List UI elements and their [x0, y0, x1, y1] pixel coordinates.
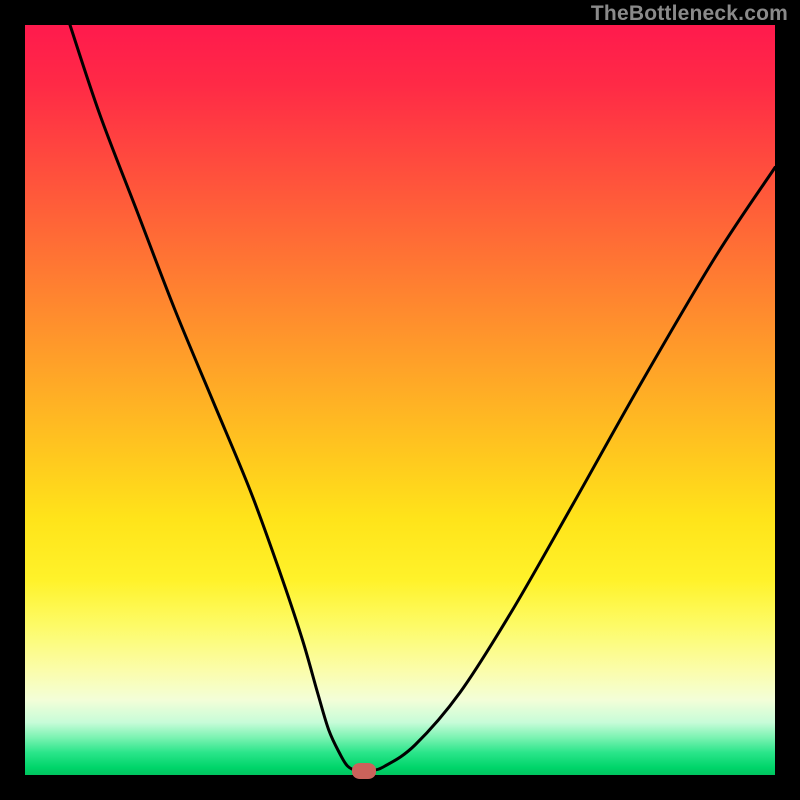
- watermark-text: TheBottleneck.com: [591, 2, 788, 26]
- chart-frame: TheBottleneck.com: [0, 0, 800, 800]
- bottleneck-curve: [70, 25, 775, 771]
- curve-layer: [25, 25, 775, 775]
- highlight-marker: [352, 763, 376, 779]
